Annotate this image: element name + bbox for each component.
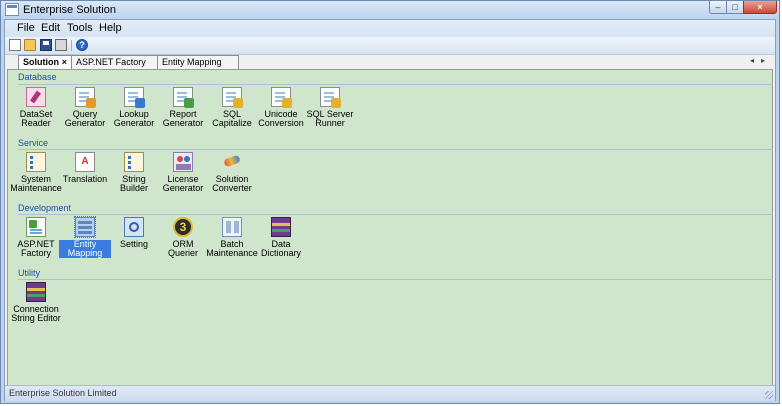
- tool-label: Connection String Editor: [11, 304, 61, 323]
- tab-scroll-left-icon[interactable]: ◂: [750, 56, 754, 65]
- tool-label: String Builder: [119, 174, 148, 193]
- connection-string-editor-icon: [26, 282, 46, 302]
- group-divider: [18, 279, 773, 280]
- tool-sql-server-runner[interactable]: SQL Server Runner: [304, 87, 356, 128]
- menu-help[interactable]: Help: [99, 22, 122, 34]
- group-title-utility: Utility: [18, 268, 40, 278]
- tool-label: Unicode Conversion: [258, 109, 304, 128]
- tool-label: Batch Maintenance: [206, 239, 258, 258]
- help-icon[interactable]: ?: [76, 39, 88, 51]
- tool-lookup-generator[interactable]: Lookup Generator: [108, 87, 160, 128]
- dataset-reader-icon: [26, 87, 46, 107]
- status-bar: Enterprise Solution Limited: [5, 385, 775, 401]
- close-window-button[interactable]: ×: [743, 1, 777, 14]
- group-title-database: Database: [18, 72, 57, 82]
- tool-sql-capitalize[interactable]: SQL Capitalize: [206, 87, 258, 128]
- tool-bar: ?: [5, 37, 775, 55]
- tool-label: DataSet Reader: [19, 109, 53, 128]
- tool-label: Solution Converter: [212, 174, 252, 193]
- tool-label: Query Generator: [64, 109, 106, 128]
- tool-report-generator[interactable]: Report Generator: [157, 87, 209, 128]
- tool-label: Setting: [119, 239, 149, 249]
- toolbar-separator: [71, 40, 72, 51]
- entity-mapping-icon: [74, 216, 96, 238]
- tab-aspnet-factory-label: ASP.NET Factory: [76, 57, 146, 67]
- document-tab-strip: Solution × ASP.NET Factory Entity Mappin…: [5, 55, 775, 70]
- tool-unicode-conversion[interactable]: Unicode Conversion: [255, 87, 307, 128]
- tool-label: Translation: [62, 174, 108, 184]
- tab-scroll-right-icon[interactable]: ▸: [761, 56, 765, 65]
- tab-solution-label: Solution: [23, 57, 59, 67]
- system-maintenance-icon: [26, 152, 46, 172]
- group-divider: [18, 84, 773, 85]
- lookup-generator-icon: [124, 87, 145, 108]
- orm-querier-icon: [173, 217, 193, 237]
- tool-label: ORM Querier: [167, 239, 198, 258]
- solution-converter-icon: [222, 152, 242, 172]
- tool-entity-mapping[interactable]: Entity Mapping: [59, 216, 111, 258]
- window-client: File Edit Tools Help ? Solution × ASP.NE…: [4, 19, 776, 401]
- title-bar: Enterprise Solution – □ ×: [1, 1, 779, 19]
- tab-entity-mapping-label: Entity Mapping: [162, 57, 222, 67]
- tool-label: License Generator: [162, 174, 204, 193]
- window-title: Enterprise Solution: [23, 4, 116, 16]
- tool-solution-converter[interactable]: Solution Converter: [206, 152, 258, 193]
- tool-query-generator[interactable]: Query Generator: [59, 87, 111, 128]
- tool-translation[interactable]: Translation: [59, 152, 111, 184]
- group-divider: [18, 214, 773, 215]
- menu-edit[interactable]: Edit: [41, 22, 60, 34]
- tool-label: Lookup Generator: [113, 109, 155, 128]
- tab-close-icon[interactable]: ×: [62, 56, 67, 68]
- tool-batch-maintenance[interactable]: Batch Maintenance: [206, 217, 258, 258]
- save-disk-icon[interactable]: [40, 39, 52, 51]
- tool-dataset-reader[interactable]: DataSet Reader: [10, 87, 62, 128]
- tool-orm-querier[interactable]: ORM Querier: [157, 217, 209, 258]
- group-title-service: Service: [18, 138, 49, 148]
- app-icon: [5, 3, 19, 16]
- tool-label: SQL Server Runner: [306, 109, 354, 128]
- tool-label: System Maintenance: [10, 174, 62, 193]
- translation-icon: [75, 152, 95, 172]
- tool-connection-string-editor[interactable]: Connection String Editor: [10, 282, 62, 323]
- minimize-button[interactable]: –: [709, 1, 727, 14]
- open-folder-icon[interactable]: [24, 39, 36, 51]
- new-document-icon[interactable]: [9, 39, 21, 51]
- group-title-development: Development: [18, 203, 72, 213]
- tab-entity-mapping[interactable]: Entity Mapping: [157, 55, 239, 69]
- sql-capitalize-icon: [222, 87, 243, 108]
- tool-label: Entity Mapping: [59, 240, 111, 258]
- tool-label: SQL Capitalize: [212, 109, 252, 128]
- tool-label: Report Generator: [162, 109, 204, 128]
- tool-data-dictionary[interactable]: Data Dictionary: [255, 217, 307, 258]
- app-window: Enterprise Solution – □ × File Edit Tool…: [0, 0, 780, 404]
- unicode-conversion-icon: [271, 87, 292, 108]
- tab-aspnet-factory[interactable]: ASP.NET Factory: [71, 55, 158, 69]
- tool-label: Data Dictionary: [260, 239, 301, 258]
- group-divider: [18, 149, 773, 150]
- tab-solution[interactable]: Solution ×: [18, 55, 72, 70]
- tool-system-maintenance[interactable]: System Maintenance: [10, 152, 62, 193]
- resize-grip[interactable]: [765, 391, 773, 399]
- string-builder-icon: [124, 152, 144, 172]
- menu-tools[interactable]: Tools: [67, 22, 93, 34]
- tool-aspnet-factory[interactable]: ASP.NET Factory: [10, 217, 62, 258]
- menu-bar: File Edit Tools Help: [5, 20, 775, 37]
- aspnet-factory-icon: [26, 217, 46, 237]
- maximize-button[interactable]: □: [726, 1, 744, 14]
- tool-label: ASP.NET Factory: [17, 239, 55, 258]
- sql-server-runner-icon: [320, 87, 341, 108]
- data-dictionary-icon: [271, 217, 291, 237]
- solution-panel: Database DataSet Reader Query Generator …: [7, 69, 773, 386]
- tool-string-builder[interactable]: String Builder: [108, 152, 160, 193]
- tool-setting[interactable]: Setting: [108, 217, 160, 249]
- status-text: Enterprise Solution Limited: [9, 388, 117, 398]
- tool-license-generator[interactable]: License Generator: [157, 152, 209, 193]
- batch-maintenance-icon: [222, 217, 242, 237]
- print-icon[interactable]: [55, 39, 67, 51]
- license-generator-icon: [173, 152, 193, 172]
- setting-icon: [124, 217, 144, 237]
- menu-file[interactable]: File: [17, 22, 35, 34]
- report-generator-icon: [173, 87, 194, 108]
- query-generator-icon: [75, 87, 96, 108]
